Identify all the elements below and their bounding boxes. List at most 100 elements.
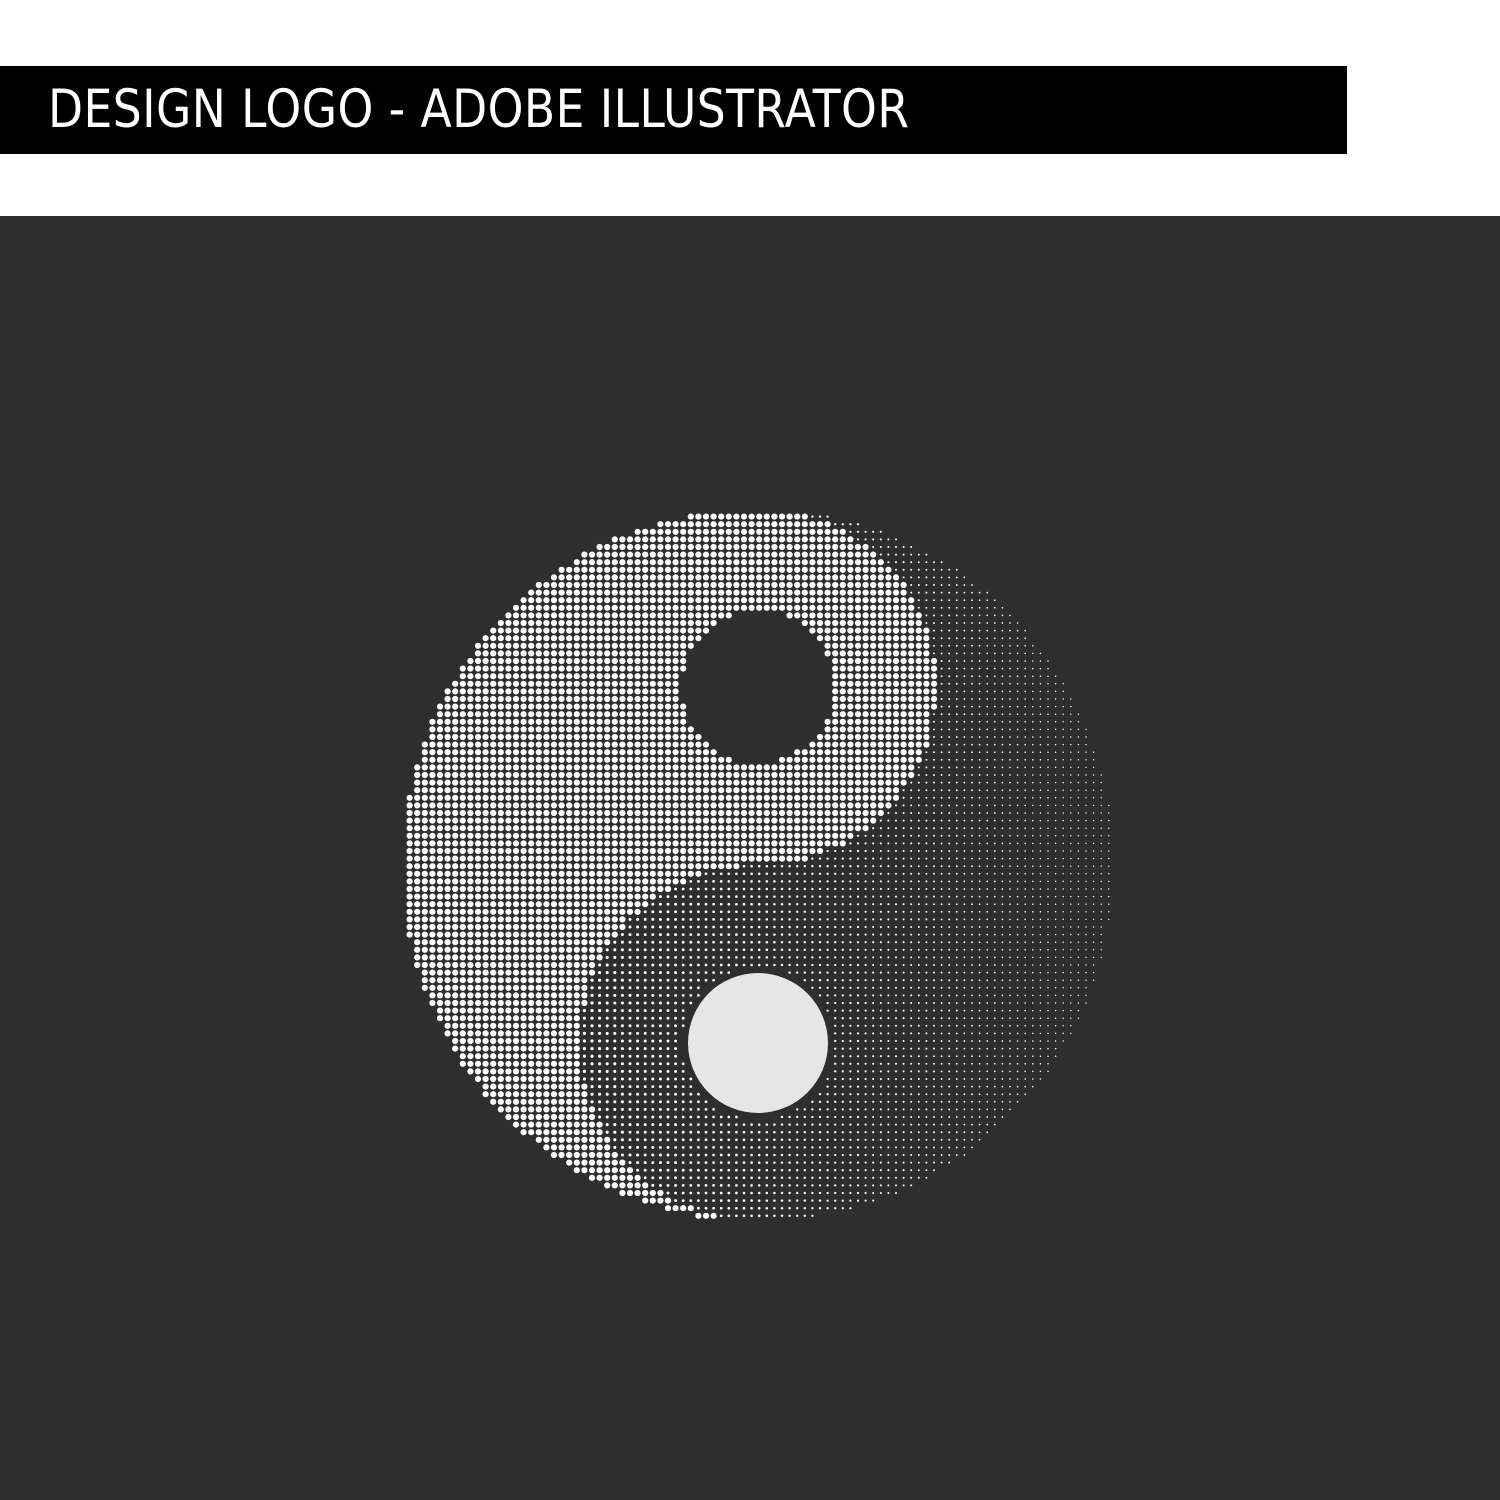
halftone-dot [1024, 964, 1026, 966]
halftone-dot [1062, 797, 1064, 799]
halftone-dot [611, 870, 618, 877]
halftone-dot [778, 528, 786, 535]
halftone-dot [444, 756, 451, 763]
halftone-dot [649, 551, 656, 558]
halftone-dot [505, 954, 512, 961]
halftone-dot [620, 1016, 624, 1020]
halftone-dot [862, 688, 869, 695]
halftone-dot [436, 1007, 444, 1014]
halftone-dot [925, 994, 928, 997]
halftone-dot [558, 885, 565, 893]
halftone-dot [497, 961, 504, 969]
halftone-dot [718, 787, 725, 794]
halftone-dot [832, 695, 839, 703]
halftone-dot [854, 688, 862, 695]
halftone-dot [894, 956, 898, 959]
halftone-dot [611, 733, 618, 741]
halftone-dot [971, 986, 973, 989]
halftone-dot [778, 559, 786, 566]
halftone-dot [925, 872, 928, 875]
halftone-dot [725, 863, 732, 870]
halftone-dot [543, 589, 550, 596]
halftone-dot [710, 559, 717, 566]
halftone-dot [832, 543, 839, 551]
halftone-dot [459, 703, 466, 710]
halftone-dot [1070, 941, 1072, 943]
halftone-dot [620, 1024, 624, 1028]
halftone-dot [482, 939, 489, 946]
halftone-dot [674, 993, 678, 997]
halftone-dot [512, 984, 520, 991]
halftone-dot [925, 948, 928, 951]
halftone-dot [803, 979, 806, 982]
halftone-dot [948, 660, 951, 662]
halftone-dot [1077, 956, 1080, 959]
halftone-dot [1062, 705, 1064, 708]
halftone-dot [558, 916, 565, 923]
halftone-dot [986, 872, 989, 875]
halftone-dot [573, 885, 580, 893]
halftone-dot [421, 954, 428, 961]
halftone-dot [674, 948, 678, 952]
halftone-dot [505, 703, 512, 710]
halftone-dot [596, 741, 603, 748]
halftone-dot [1070, 979, 1072, 981]
halftone-dot [917, 606, 920, 609]
halftone-dot [849, 842, 852, 845]
halftone-dot [900, 589, 907, 596]
halftone-dot [978, 698, 981, 700]
halftone-dot [862, 802, 869, 809]
halftone-dot [550, 863, 558, 870]
halftone-dot [763, 764, 770, 771]
halftone-dot [573, 665, 580, 672]
halftone-dot [490, 764, 497, 771]
halftone-dot [910, 1017, 913, 1020]
halftone-dot [573, 878, 580, 885]
halftone-dot [933, 614, 935, 617]
halftone-dot [757, 940, 761, 944]
halftone-dot [900, 695, 907, 703]
halftone-dot [566, 673, 573, 680]
halftone-dot [786, 528, 793, 535]
halftone-dot [474, 756, 482, 763]
halftone-dot [832, 604, 839, 611]
halftone-dot [474, 1007, 482, 1014]
halftone-dot [1039, 713, 1042, 715]
halftone-dot [1054, 789, 1057, 791]
halftone-dot [512, 977, 520, 984]
halftone-dot [809, 521, 816, 528]
halftone-dot [978, 667, 981, 670]
halftone-dot [1070, 743, 1072, 746]
halftone-dot [467, 809, 474, 817]
halftone-dot [1001, 736, 1004, 738]
halftone-dot [780, 895, 784, 898]
halftone-dot [894, 903, 898, 906]
halftone-dot [452, 1015, 459, 1022]
halftone-dot [649, 878, 656, 885]
halftone-dot [1085, 987, 1087, 989]
halftone-dot [757, 895, 761, 898]
halftone-dot [902, 994, 905, 997]
halftone-dot [543, 665, 550, 672]
halftone-dot [1047, 667, 1049, 670]
halftone-dot [467, 726, 474, 733]
halftone-dot [704, 963, 708, 967]
halftone-dot [778, 604, 786, 611]
halftone-dot [816, 581, 824, 589]
halftone-dot [649, 612, 656, 619]
halftone-dot [550, 657, 558, 665]
halftone-dot [535, 779, 542, 786]
halftone-dot [590, 1031, 594, 1035]
halftone-dot [626, 749, 634, 756]
halftone-dot [598, 978, 602, 982]
halftone-dot [490, 718, 497, 725]
halftone-dot [528, 787, 535, 794]
halftone-dot [839, 528, 846, 535]
halftone-dot [619, 863, 626, 870]
halftone-dot [1001, 812, 1004, 814]
halftone-dot [839, 635, 846, 642]
halftone-dot [1062, 987, 1064, 989]
halftone-dot [657, 779, 664, 786]
halftone-dot [771, 589, 778, 596]
halftone-dot [596, 597, 603, 604]
